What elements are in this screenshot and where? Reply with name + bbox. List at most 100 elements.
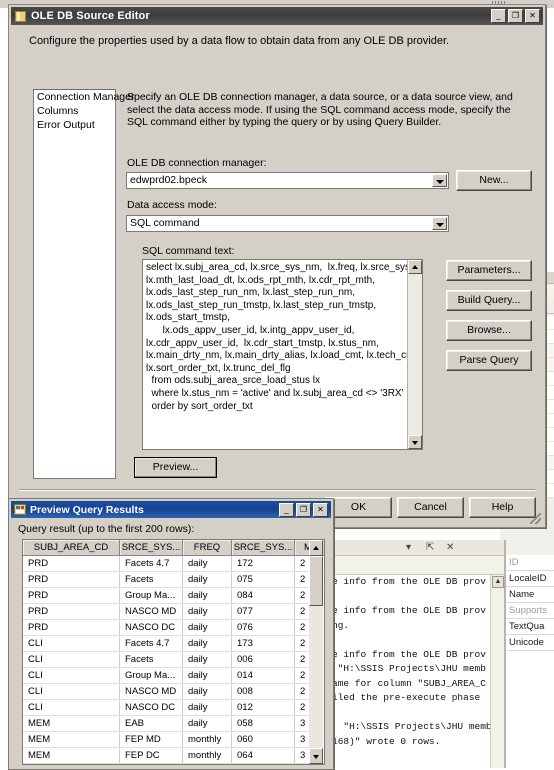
dialog-page-item-error-output[interactable]: Error Output [34, 118, 115, 132]
properties-grid[interactable]: ID LocaleID Name Supports TextQua Unicode [505, 555, 554, 651]
table-cell: Facets 4.7 [120, 636, 183, 651]
grid-column-header[interactable]: SRCE_SYS... [120, 540, 183, 555]
property-row[interactable]: LocaleID [506, 571, 554, 587]
chevron-down-icon[interactable] [432, 174, 447, 187]
table-row[interactable]: PRD NASCO DC daily 076 2 [23, 620, 324, 636]
resize-grip-icon[interactable] [530, 513, 541, 524]
table-cell: PRD [23, 604, 120, 619]
dialog-window-controls[interactable]: _ ❐ ✕ [491, 9, 543, 23]
scroll-up-icon[interactable] [408, 260, 422, 274]
table-cell: 077 [232, 604, 295, 619]
scrollbar-thumb[interactable] [309, 556, 323, 606]
table-row[interactable]: MEM FEP DC monthly 064 3 [23, 748, 324, 764]
output-pane-scrollbar[interactable]: ▲ [490, 575, 505, 768]
table-cell: FEP DC [120, 748, 183, 763]
dialog-page-item-columns[interactable]: Columns [34, 104, 115, 118]
connection-manager-label: OLE DB connection manager: [127, 157, 267, 169]
output-pane-toolbar[interactable] [330, 556, 505, 575]
property-row[interactable]: Unicode [506, 635, 554, 651]
cancel-button[interactable]: Cancel [397, 497, 464, 518]
data-access-mode-label: Data access mode: [127, 199, 217, 211]
table-cell: 006 [232, 652, 295, 667]
property-row[interactable]: TextQua [506, 619, 554, 635]
browse-button[interactable]: Browse... [446, 320, 532, 341]
table-row[interactable]: MEM FEP MD monthly 060 3 [23, 732, 324, 748]
table-row[interactable]: CLI NASCO MD daily 008 2 [23, 684, 324, 700]
close-icon[interactable]: ✕ [525, 9, 540, 23]
table-row[interactable]: PRD Facets 4.7 daily 172 2 [23, 556, 324, 572]
pane-splitter[interactable] [504, 540, 506, 768]
table-row[interactable]: CLI Facets daily 006 2 [23, 652, 324, 668]
table-cell: 173 [232, 636, 295, 651]
connection-manager-combo[interactable]: edwprd02.bpeck [126, 172, 449, 189]
dialog-page-list[interactable]: Connection Manager Columns Error Output [33, 89, 134, 479]
dialog-titlebar[interactable]: OLE DB Source Editor _ ❐ ✕ [11, 7, 543, 25]
grid-column-header[interactable]: SRCE_SYS... [232, 540, 295, 555]
sql-command-label: SQL command text: [142, 245, 235, 257]
grid-column-header[interactable]: SUBJ_AREA_CD [23, 540, 120, 555]
sql-command-textarea[interactable]: select lx.subj_area_cd, lx.srce_sys_nm, … [142, 259, 423, 450]
ok-button[interactable]: OK [325, 497, 392, 518]
table-cell: daily [183, 604, 232, 619]
scroll-down-icon[interactable] [408, 435, 422, 449]
table-cell: 172 [232, 556, 295, 571]
table-cell: MEM [23, 716, 120, 731]
grid-column-header[interactable]: FREQ [183, 540, 232, 555]
parse-query-button[interactable]: Parse Query [446, 350, 532, 371]
table-cell: daily [183, 572, 232, 587]
table-row[interactable]: MEM EAB daily 058 3 [23, 716, 324, 732]
table-cell: monthly [183, 732, 232, 747]
data-access-mode-combo[interactable]: SQL command [126, 215, 449, 232]
table-row[interactable]: PRD Facets daily 075 2 [23, 572, 324, 588]
table-row[interactable]: PRD NASCO MD daily 077 2 [23, 604, 324, 620]
output-pane-titlebar[interactable]: ▾ ⇱ ✕ [330, 540, 505, 556]
help-button[interactable]: Help [469, 497, 536, 518]
close-icon[interactable]: ✕ [313, 502, 328, 517]
table-row[interactable]: CLI Facets 4.7 daily 173 2 [23, 636, 324, 652]
property-row[interactable]: Supports [506, 603, 554, 619]
minimize-icon[interactable]: _ [279, 502, 294, 517]
sql-vertical-scrollbar[interactable] [407, 260, 422, 449]
table-cell: Group Ma... [120, 588, 183, 603]
property-row[interactable]: ID [506, 555, 554, 571]
dialog-page-item-connection-manager[interactable]: Connection Manager [34, 90, 134, 104]
minimize-icon[interactable]: _ [491, 9, 506, 23]
table-cell: 064 [232, 748, 295, 763]
grid-vertical-scrollbar[interactable] [309, 556, 323, 764]
table-cell: daily [183, 668, 232, 683]
table-cell: 076 [232, 620, 295, 635]
chevron-down-icon[interactable] [432, 217, 447, 230]
maximize-icon[interactable]: ❐ [296, 502, 311, 517]
preview-titlebar[interactable]: Preview Query Results _ ❐ ✕ [11, 501, 331, 518]
maximize-icon[interactable]: ❐ [508, 9, 523, 23]
query-result-grid[interactable]: SUBJ_AREA_CD SRCE_SYS... FREQ SRCE_SYS... M … [22, 539, 325, 765]
table-row[interactable]: CLI Group Ma... daily 014 2 [23, 668, 324, 684]
property-row[interactable]: Name [506, 587, 554, 603]
pane-dropdown-icon[interactable]: ▾ [406, 542, 411, 553]
table-cell: 008 [232, 684, 295, 699]
table-row[interactable]: CLI NASCO DC daily 012 2 [23, 700, 324, 716]
table-cell: MEM [23, 732, 120, 747]
grid-scroll-up-icon[interactable] [309, 540, 323, 556]
table-cell: monthly [183, 748, 232, 763]
table-row[interactable]: PRD Group Ma... daily 084 2 [23, 588, 324, 604]
table-cell: NASCO MD [120, 604, 183, 619]
preview-button[interactable]: Preview... [134, 457, 217, 478]
parameters-button[interactable]: Parameters... [446, 260, 532, 281]
table-cell: daily [183, 636, 232, 651]
new-button[interactable]: New... [456, 170, 532, 191]
build-query-button[interactable]: Build Query... [446, 290, 532, 311]
scroll-up-icon[interactable]: ▲ [492, 576, 504, 588]
table-cell: Group Ma... [120, 668, 183, 683]
preview-window-controls[interactable]: _ ❐ ✕ [279, 502, 331, 517]
grid-scroll-down-icon[interactable] [309, 748, 323, 764]
dialog-description: Configure the properties used by a data … [29, 35, 450, 47]
pane-pin-icon[interactable]: ⇱ [426, 542, 434, 553]
query-result-label: Query result (up to the first 200 rows): [18, 523, 195, 535]
output-pane-text: e info from the OLE DB prov e info from … [330, 575, 490, 768]
pane-close-icon[interactable]: ✕ [446, 542, 454, 553]
grid-body[interactable]: PRD Facets 4.7 daily 172 2 PRD Facets daily 075 2… [23, 556, 324, 764]
table-cell: PRD [23, 572, 120, 587]
table-cell: 084 [232, 588, 295, 603]
dialog-app-icon [15, 10, 26, 22]
